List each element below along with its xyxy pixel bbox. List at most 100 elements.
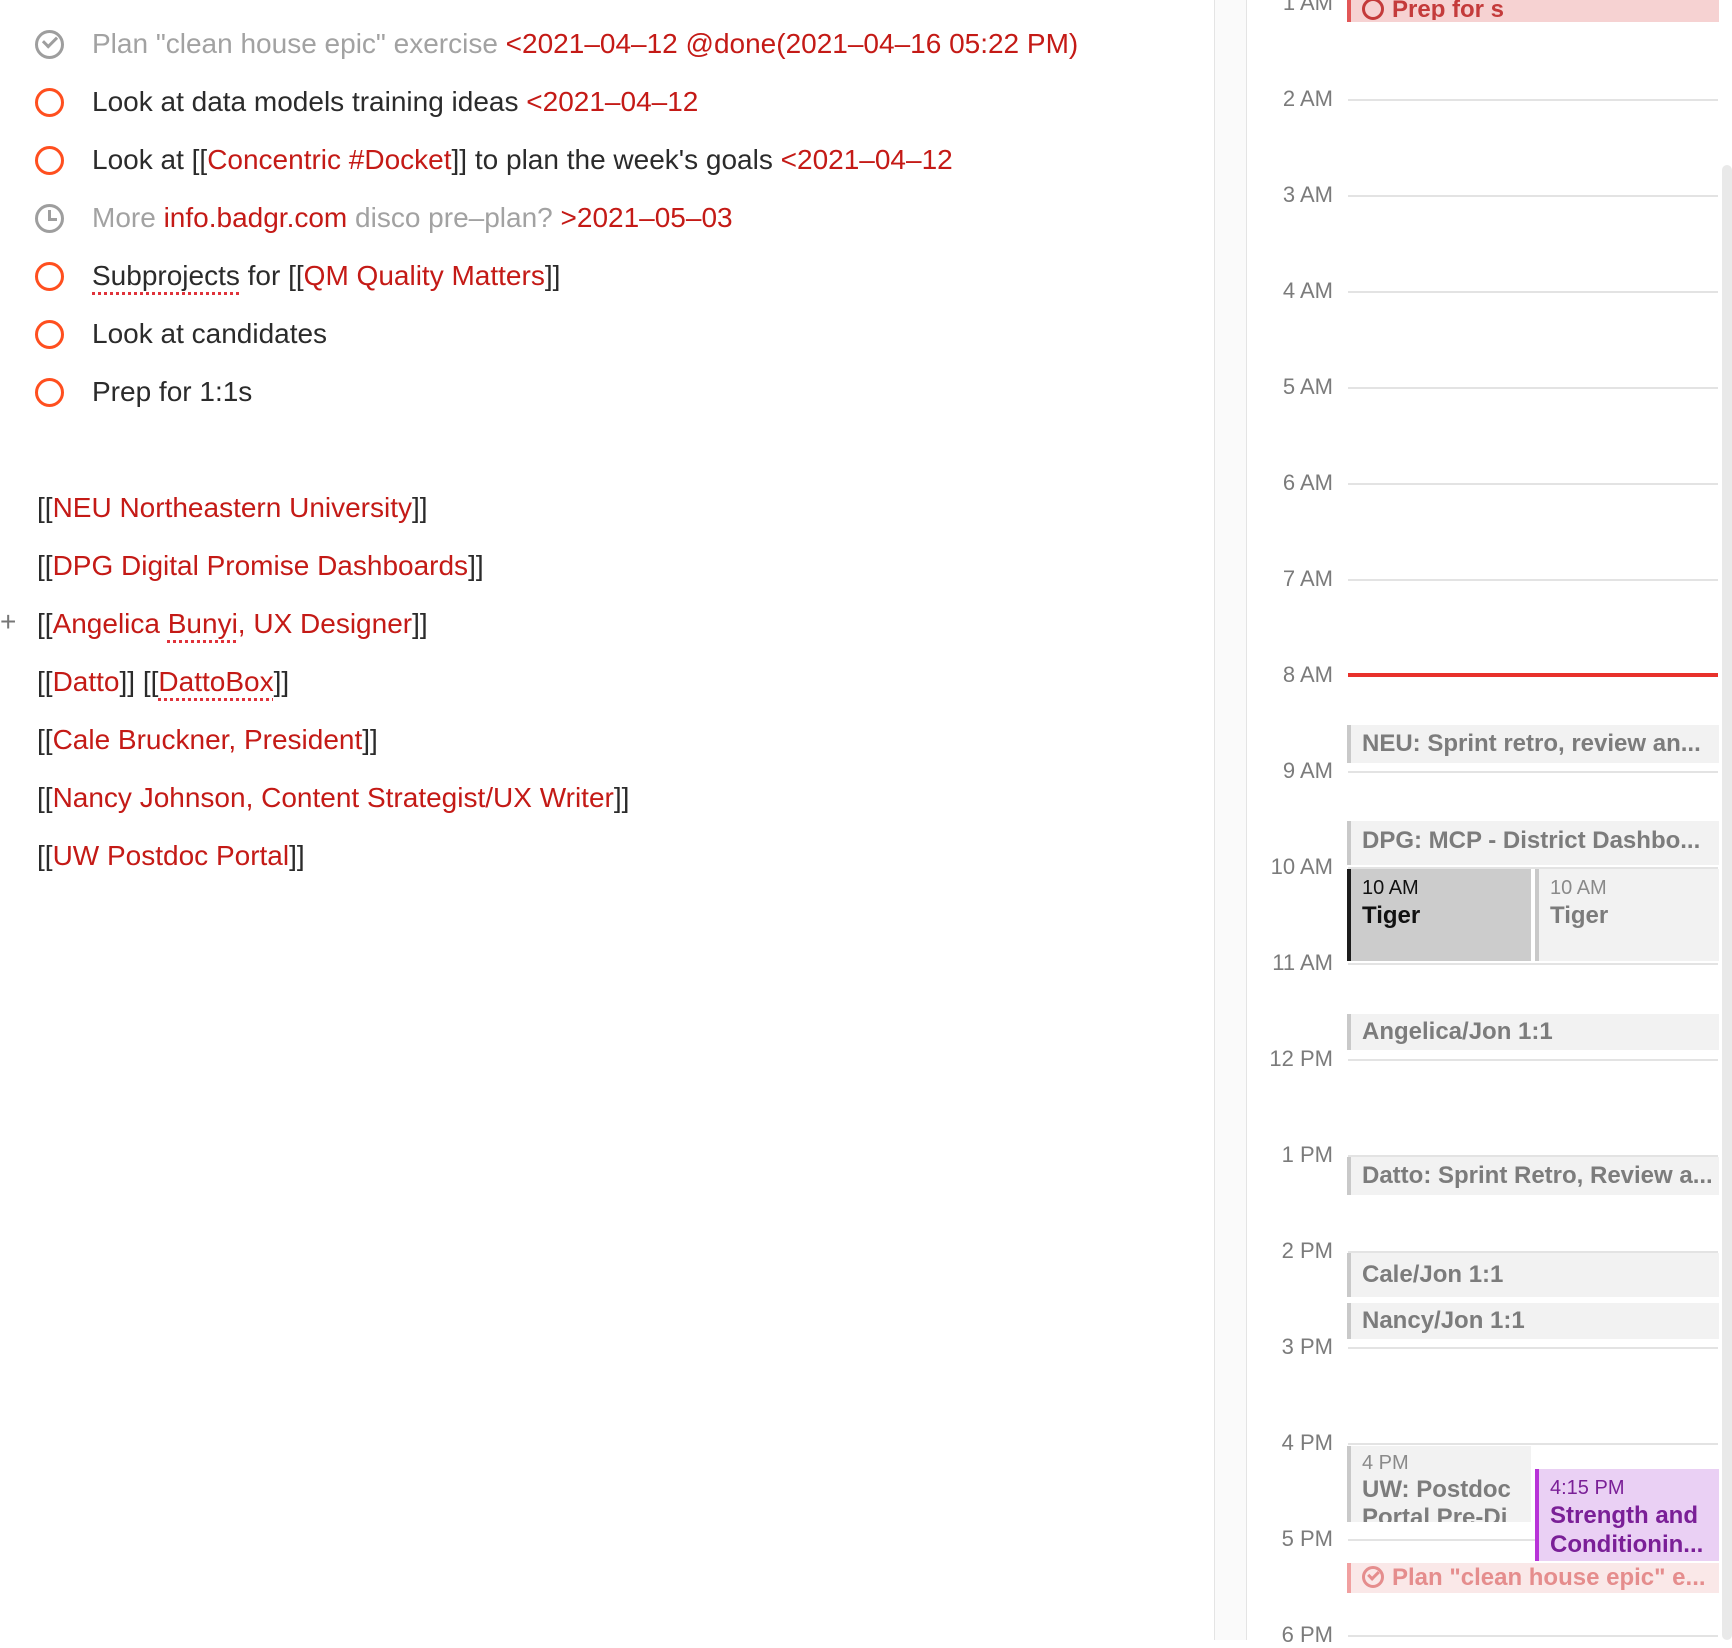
wiki-link[interactable]: DattoBox [158,666,273,697]
bracket-separator: ]] [[ [119,666,159,697]
link-text: , UX Designer [237,608,413,639]
misspelled-word: Subprojects [92,260,240,291]
bracket-close: ]] [289,840,305,871]
task-text: ]] to plan the week's goals [451,144,781,175]
event-time: 10 AM [1362,877,1419,899]
task-open-circle-icon[interactable] [35,320,64,349]
task-text: Look at candidates [92,318,328,349]
bracket-open: [[ [37,492,53,523]
event-title: NEU: Sprint retro, review an... [1362,730,1701,757]
task-open-circle-icon[interactable] [35,146,64,175]
wiki-link[interactable]: Cale Bruckner, President [53,724,363,755]
calendar-day-view[interactable]: 1 AM 2 AM 3 AM 4 AM 5 AM 6 AM 7 AM 8 AM 9 AM 10 A… [1248,0,1732,1647]
task-open-circle-icon[interactable] [35,88,64,117]
calendar-event-cale[interactable]: Cale/Jon 1:1 [1347,1253,1719,1297]
calendar-event-dpg[interactable]: DPG: MCP - District Dashbo... [1347,821,1719,865]
link-line-angelica[interactable]: [[Angelica Bunyi, UX Designer]] [37,604,428,644]
hour-line [1348,1443,1718,1445]
link-line-uw[interactable]: [[UW Postdoc Portal]] [37,836,305,876]
bracket-close: ]] [273,666,290,697]
hour-label: 3 PM [1281,1334,1333,1359]
calendar-event-angelica[interactable]: Angelica/Jon 1:1 [1347,1014,1719,1050]
wiki-link[interactable]: UW Postdoc Portal [53,840,290,871]
task-item[interactable]: Look at candidates [92,314,327,354]
link-text: Angelica [52,608,168,639]
calendar-event-neu[interactable]: NEU: Sprint retro, review an... [1347,725,1719,763]
calendar-event-strength[interactable]: 4:15 PM Strength and Conditionin... [1535,1469,1719,1561]
url-link[interactable]: info.badgr.com [164,202,348,233]
calendar-event-prep[interactable]: Prep for s [1347,0,1719,22]
hour-label: 2 PM [1281,1238,1333,1263]
event-title: Conditionin... [1550,1531,1704,1558]
task-item[interactable]: Look at [[Concentric #Docket]] to plan t… [92,140,953,180]
wiki-link[interactable]: Angelica Bunyi, UX Designer [53,608,413,639]
hour-label: 9 AM [1282,758,1333,783]
hour-line [1348,1059,1718,1061]
wiki-link[interactable]: Datto [53,666,120,697]
hour-line [1348,771,1718,773]
event-title: DPG: MCP - District Dashbo... [1362,827,1701,854]
link-line-neu[interactable]: [[NEU Northeastern University]] [37,488,428,528]
task-text: ]] [544,260,561,291]
calendar-event-datto[interactable]: Datto: Sprint Retro, Review a... [1347,1157,1719,1195]
wiki-link[interactable]: QM Quality Matters [304,260,545,291]
link-line-nancy[interactable]: [[Nancy Johnson, Content Strategist/UX W… [37,778,629,818]
calendar-event-nancy[interactable]: Nancy/Jon 1:1 [1347,1303,1719,1339]
task-item[interactable]: Look at data models training ideas <2021… [92,82,698,122]
calendar-event-tiger-selected[interactable]: 10 AM Tiger [1347,869,1531,961]
drag-handle-icon[interactable]: + [0,608,16,636]
task-open-circle-icon[interactable] [35,378,64,407]
calendar-event-uw[interactable]: 4 PM UW: Postdoc Portal Pre-Di [1347,1446,1531,1522]
task-date: <2021–04–12 [526,86,699,117]
hour-line [1348,1347,1718,1349]
task-item[interactable]: Prep for 1:1s [92,372,252,412]
task-text: disco pre–plan? [347,202,561,233]
task-circle-icon [1362,0,1384,20]
calendar-event-tiger[interactable]: 10 AM Tiger [1535,869,1719,961]
task-done-check-icon[interactable] [35,30,64,59]
wiki-link[interactable]: DPG Digital Promise Dashboards [53,550,469,581]
bracket-close: ]] [362,724,378,755]
wiki-link[interactable]: NEU Northeastern University [53,492,412,523]
event-time: 10 AM [1550,877,1607,899]
link-line-dpg[interactable]: [[DPG Digital Promise Dashboards]] [37,546,484,586]
task-item[interactable]: Plan "clean house epic" exercise <2021–0… [92,24,1078,64]
hour-label: 1 AM [1282,0,1333,15]
task-item[interactable]: Subprojects for [[QM Quality Matters]] [92,256,560,296]
link-line-cale[interactable]: [[Cale Bruckner, President]] [37,720,378,760]
event-title-text: Plan "clean house epic" e... [1392,1564,1706,1591]
misspelled-word: Bunyi [167,608,238,639]
task-date: >2021–05–03 [560,202,733,233]
task-deferred-clock-icon[interactable] [35,204,64,233]
hour-line [1348,1635,1718,1637]
bracket-open: [[ [37,724,53,755]
wiki-link[interactable]: Nancy Johnson, Content Strategist/UX Wri… [53,782,614,813]
hour-label: 6 PM [1281,1622,1333,1647]
bracket-close: ]] [412,608,428,639]
hour-line [1348,195,1718,197]
event-title: Prep for s [1351,0,1719,20]
task-text: for [[ [239,260,304,291]
editor-pane[interactable]: Plan "clean house epic" exercise <2021–0… [0,0,1210,1640]
calendar-event-plan[interactable]: Plan "clean house epic" e... [1347,1563,1719,1593]
event-title: Strength and [1550,1502,1698,1529]
event-title: Cale/Jon 1:1 [1362,1261,1504,1288]
link-line-datto[interactable]: [[Datto]] [[DattoBox]] [37,662,289,702]
hour-label: 2 AM [1282,86,1333,111]
task-open-circle-icon[interactable] [35,262,64,291]
hour-label: 3 AM [1282,182,1333,207]
wiki-link[interactable]: Concentric #Docket [207,144,451,175]
event-title: Portal Pre-Di [1362,1504,1508,1522]
hour-label: 4 PM [1281,1430,1333,1455]
hour-line [1348,387,1718,389]
pane-divider[interactable] [1214,0,1247,1640]
task-date: <2021–04–12 [780,144,953,175]
event-title: Tiger [1362,902,1421,929]
task-text: Prep for 1:1s [92,376,253,407]
event-title: Angelica/Jon 1:1 [1362,1018,1553,1045]
hour-label: 11 AM [1272,950,1333,975]
task-text: Plan "clean house epic" exercise [92,28,506,59]
event-title: Tiger [1550,902,1609,929]
task-item[interactable]: More info.badgr.com disco pre–plan? >202… [92,198,733,238]
calendar-scrollbar[interactable] [1722,165,1732,1640]
